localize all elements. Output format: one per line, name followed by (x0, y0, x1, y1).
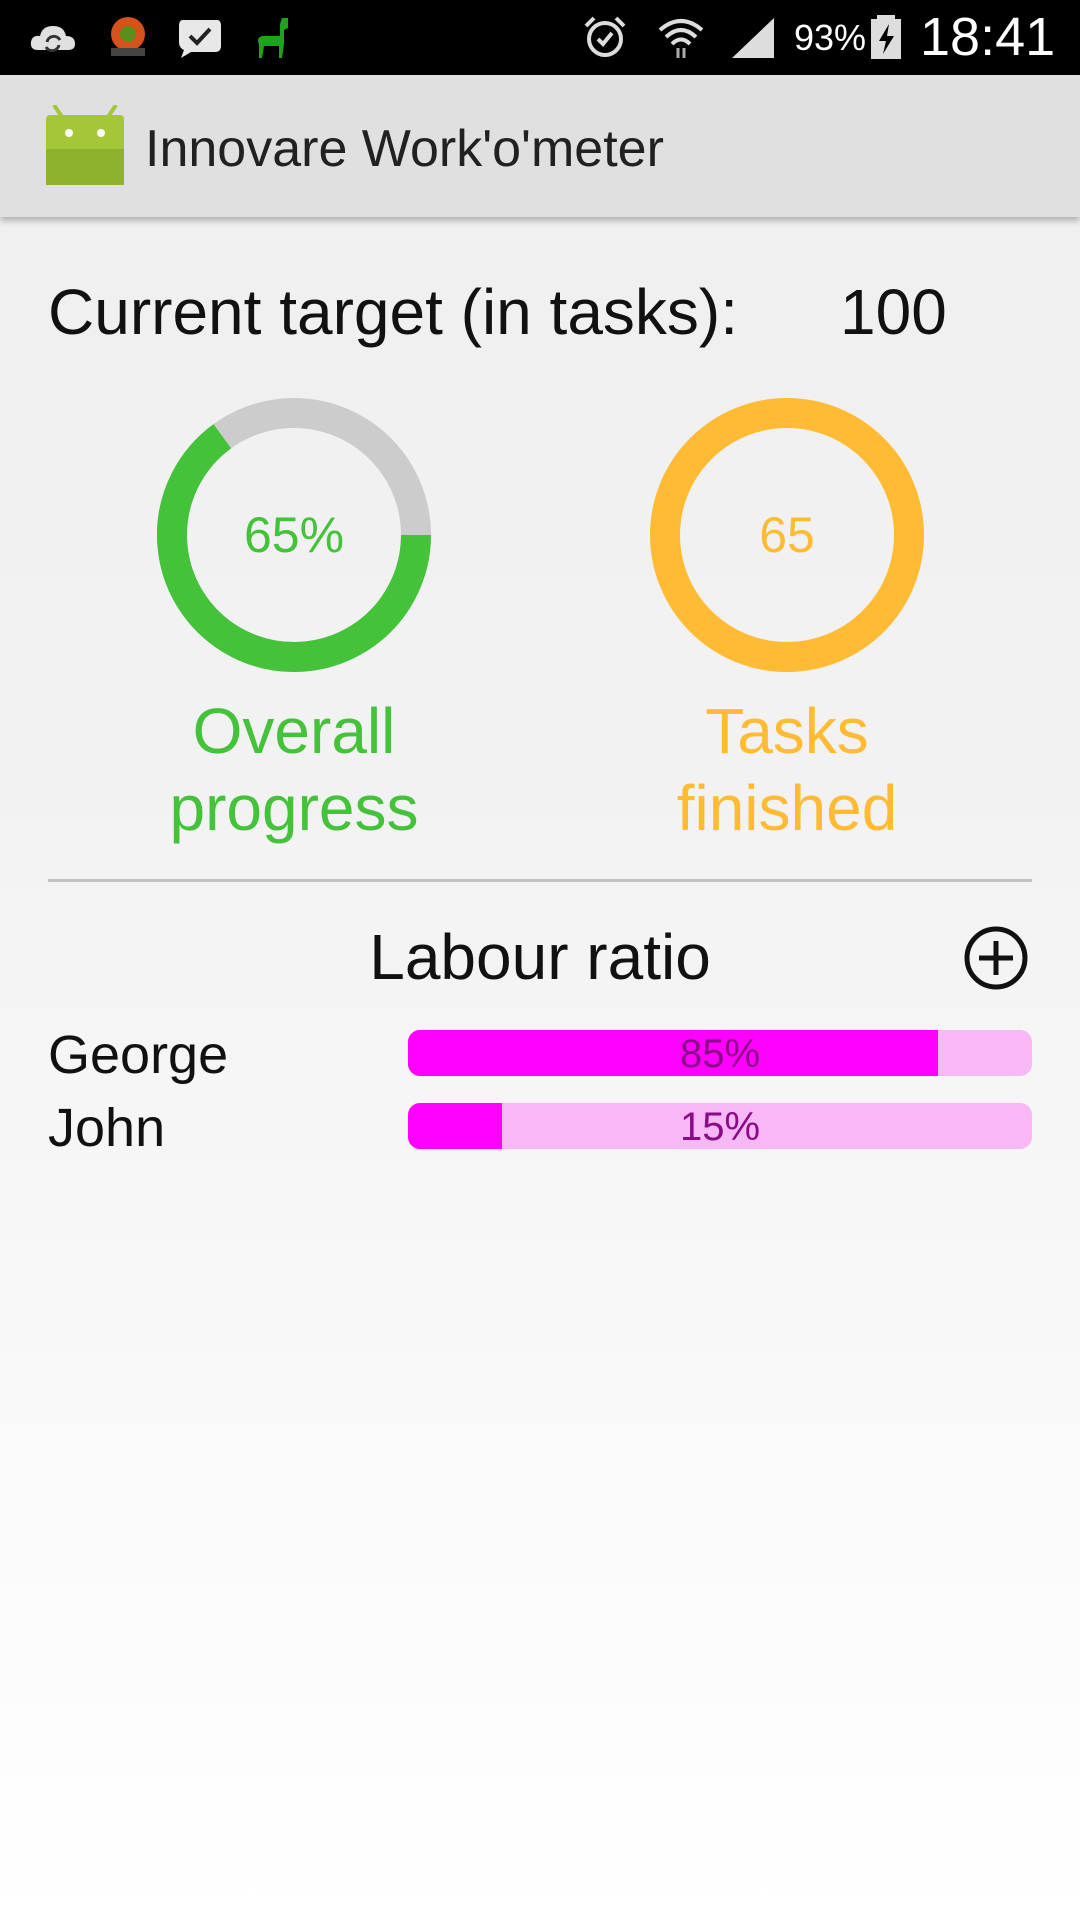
app-title: Innovare Work'o'meter (145, 120, 664, 178)
android-logo-icon (46, 105, 124, 185)
ubuntu-app-icon (111, 17, 145, 56)
progress-caption: Overall progress (94, 693, 494, 847)
labour-name-john: John (48, 1098, 166, 1158)
progress-caption-line1: Overall (192, 695, 396, 767)
labour-bar-george: 85% (408, 1030, 1032, 1076)
checkmark-bubble-icon (179, 20, 221, 58)
target-label: Current target (in tasks): (48, 276, 738, 348)
cloud-sync-icon (30, 26, 75, 53)
status-bar: 93% 18:41 (0, 0, 1080, 75)
labour-percent-george: 85% (679, 1032, 761, 1076)
wifi-icon (658, 19, 704, 58)
progress-percent: 65% (243, 507, 345, 563)
signal-icon (732, 18, 774, 58)
tasks-caption: Tasks finished (587, 693, 987, 847)
tasks-caption-line1: Tasks (705, 695, 869, 767)
tasks-count: 65 (759, 507, 815, 563)
app-bar: Innovare Work'o'meter (0, 75, 1080, 217)
battery-percent: 93% (794, 17, 867, 58)
labour-percent-john: 15% (679, 1105, 761, 1149)
tasks-caption-line2: finished (676, 772, 898, 844)
clock: 18:41 (920, 7, 1056, 67)
labour-bar-john: 15% (408, 1103, 1032, 1149)
progress-caption-line2: progress (169, 772, 419, 844)
green-llama-icon (258, 18, 288, 58)
labour-ratio-title: Labour ratio (369, 921, 711, 993)
battery-charging-icon (871, 15, 901, 59)
target-value: 100 (840, 276, 947, 348)
labour-name-george: George (48, 1025, 229, 1085)
add-circle-icon[interactable] (963, 925, 1029, 991)
alarm-icon (584, 16, 626, 57)
divider (48, 879, 1032, 882)
